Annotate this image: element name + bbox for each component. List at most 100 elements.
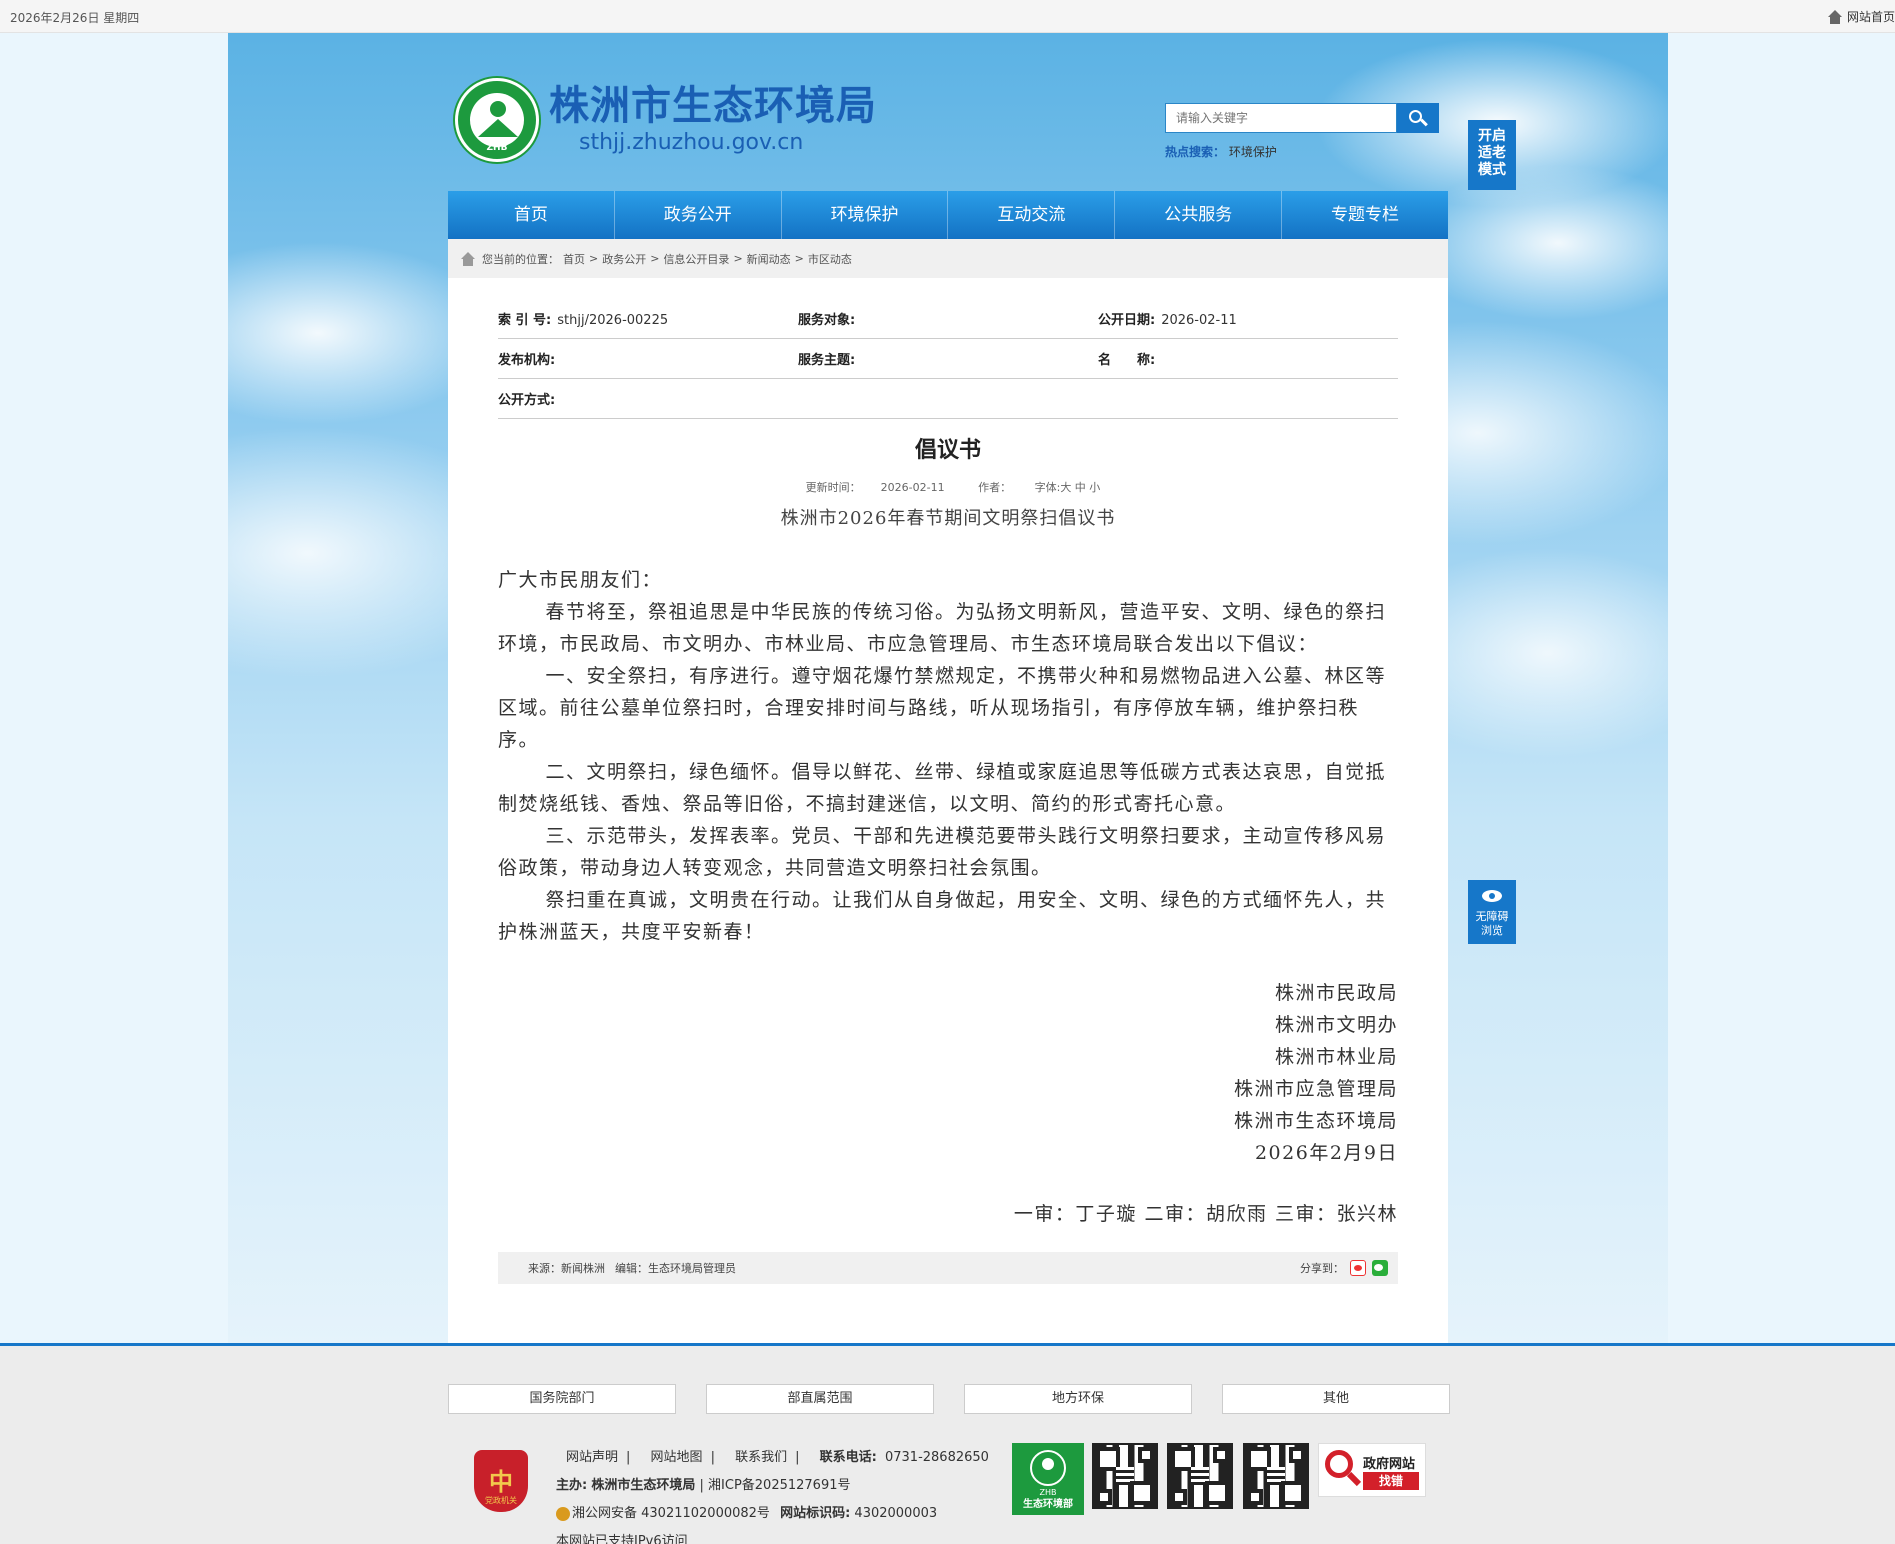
font-size-switch[interactable]: 字体:大 中 小: [1035, 481, 1101, 494]
footer-sitemap-link[interactable]: 网站地图: [651, 1450, 703, 1465]
breadcrumb-item[interactable]: 政务公开: [602, 251, 646, 267]
metadata-table: 索 引 号: sthjj/2026-00225 服务对象: 公开日期: 2026-0…: [498, 299, 1398, 419]
signature-line: 株洲市生态环境局: [1233, 1110, 1398, 1132]
nav-government-affairs[interactable]: 政务公开: [615, 191, 782, 239]
footer-statement-link[interactable]: 网站声明: [566, 1450, 618, 1465]
search-box: [1165, 103, 1439, 133]
phone-value: 0731-28682650: [884, 1450, 989, 1465]
site-home-label: 网站首页: [1846, 10, 1895, 24]
review-line: 一审：丁子璇 二审：胡欣雨 三审：张兴林: [1013, 1203, 1398, 1225]
article-body: 广大市民朋友们： 春节将至，祭祖追思是中华民族的传统习俗。为弘扬文明新风，营造平…: [498, 564, 1398, 948]
date-value: 2026-02-11: [1161, 313, 1237, 328]
footer-link-state-council[interactable]: 国务院部门: [448, 1384, 676, 1414]
article-paragraph: 春节将至，祭祖追思是中华民族的传统习俗。为弘扬文明新风，营造平安、文明、绿色的祭…: [498, 601, 1387, 655]
method-label: 公开方式:: [498, 393, 556, 408]
jiucuo-bottom: 找错: [1363, 1472, 1419, 1490]
nav-special-topics[interactable]: 专题专栏: [1282, 191, 1448, 239]
site-home-link[interactable]: 网站首页: [1827, 8, 1895, 25]
breadcrumb-item[interactable]: 信息公开目录: [663, 251, 729, 267]
main-nav: 首页 政务公开 环境保护 互动交流 公共服务 专题专栏: [448, 191, 1448, 239]
elder-mode-button[interactable]: 开启 适老 模式: [1468, 120, 1516, 190]
signature-block: 株洲市民政局 株洲市文明办 株洲市林业局 株洲市应急管理局 株洲市生态环境局 2…: [1234, 977, 1398, 1169]
host-label: 主办:: [556, 1478, 588, 1493]
footer-link-ministry[interactable]: 部直属范围: [706, 1384, 934, 1414]
metadata-row: 公开方式:: [498, 379, 1398, 419]
breadcrumb-sep: >: [794, 252, 804, 265]
author-label: 作者：: [978, 481, 1012, 494]
search-button[interactable]: [1397, 103, 1439, 133]
date-label: 公开日期:: [1098, 313, 1156, 328]
host-value: 株洲市生态环境局: [591, 1478, 696, 1493]
breadcrumb-item[interactable]: 市区动态: [808, 251, 852, 267]
weibo-icon[interactable]: [1350, 1260, 1366, 1276]
nav-environment[interactable]: 环境保护: [782, 191, 949, 239]
hot-search: 热点搜索： 环境保护: [1165, 143, 1277, 160]
footer-link-other[interactable]: 其他: [1222, 1384, 1450, 1414]
breadcrumb-sep: >: [589, 252, 599, 265]
site-id-value: 4302000003: [854, 1506, 938, 1521]
home-icon: [1827, 9, 1843, 24]
article-info: 更新时间： 2026-02-11 作者： 字体:大 中 小: [448, 479, 1448, 495]
top-bar: 2026年2月26日 星期四 网站首页: [0, 0, 1895, 33]
nav-interaction[interactable]: 互动交流: [948, 191, 1116, 239]
site-logo[interactable]: ZHB 株洲市生态环境局 sthjj.zhuzhou.gov.cn: [455, 78, 877, 162]
qr-code-icon: [1092, 1443, 1158, 1509]
target-label: 服务对象:: [798, 313, 856, 328]
accessibility-label: 无障碍 浏览: [1475, 910, 1509, 937]
main-content: 您当前的位置： 首页 > 政务公开 > 信息公开目录 > 新闻动态 > 市区动态…: [448, 239, 1448, 1343]
name-label: 名 称:: [1098, 353, 1156, 368]
metadata-row: 索 引 号: sthjj/2026-00225 服务对象: 公开日期: 2026-0…: [498, 299, 1398, 339]
breadcrumb-item[interactable]: 新闻动态: [747, 251, 791, 267]
update-value: 2026-02-11: [880, 481, 945, 494]
current-date: 2026年2月26日 星期四: [10, 11, 140, 25]
jiucuo-top: 政府网站: [1363, 1457, 1416, 1472]
emblem-label: ZHB: [486, 143, 508, 153]
mee-logo-top: ZHB: [1039, 1488, 1057, 1497]
article-paragraph: 祭扫重在真诚，文明贵在行动。让我们从自身做起，用安全、文明、绿色的方式缅怀先人，…: [498, 889, 1387, 943]
police-badge-icon: [556, 1506, 570, 1521]
topic-label: 服务主题:: [798, 353, 856, 368]
breadcrumb: 您当前的位置： 首页 > 政务公开 > 信息公开目录 > 新闻动态 > 市区动态: [448, 239, 1448, 278]
magnifier-icon: [1325, 1450, 1362, 1490]
footer-contact-link[interactable]: 联系我们: [735, 1450, 787, 1465]
footer-links: 国务院部门 部直属范围 地方环保 其他: [448, 1384, 1450, 1414]
mee-emblem-icon: [1030, 1450, 1066, 1486]
badge-text: 党政机关: [485, 1496, 517, 1505]
police-record[interactable]: 湘公网安备 43021102000082号: [572, 1506, 770, 1521]
icp-number[interactable]: 湘ICP备2025127691号: [708, 1478, 850, 1493]
breadcrumb-item[interactable]: 首页: [563, 251, 585, 267]
update-label: 更新时间：: [805, 481, 861, 494]
footer-link-local[interactable]: 地方环保: [964, 1384, 1192, 1414]
source-bar: 来源：新闻株洲 编辑：生态环境局管理员 分享到：: [498, 1252, 1398, 1284]
org-label: 发布机构:: [498, 353, 556, 368]
hot-search-label: 热点搜索：: [1165, 145, 1226, 159]
badge-glyph: 中: [489, 1468, 513, 1496]
gov-site-error-report[interactable]: 政府网站 找错: [1318, 1443, 1426, 1497]
footer: 国务院部门 部直属范围 地方环保 其他 中 党政机关 网站声明 | 网站地图 | 联…: [0, 1343, 1895, 1544]
article-paragraph: 二、文明祭扫，绿色缅怀。倡导以鲜花、丝带、绿植或家庭追思等低碳方式表达哀思，自觉…: [498, 761, 1387, 815]
article-paragraph: 一、安全祭扫，有序进行。遵守烟花爆竹禁燃规定，不携带火种和易燃物品进入公墓、林区…: [498, 665, 1387, 751]
editor-text: 编辑：生态环境局管理员: [615, 1262, 736, 1275]
site-title: 株洲市生态环境局: [549, 83, 877, 129]
breadcrumb-sep: >: [650, 252, 660, 265]
signature-line: 株洲市应急管理局: [1233, 1078, 1398, 1100]
search-input[interactable]: [1165, 103, 1397, 133]
article-paragraph: 三、示范带头，发挥表率。党员、干部和先进模范要带头践行文明祭扫要求，主动宣传移风…: [498, 825, 1387, 879]
hot-search-term[interactable]: 环境保护: [1229, 145, 1277, 159]
signature-date: 2026年2月9日: [1254, 1142, 1398, 1164]
qr-code-icon: [1243, 1443, 1309, 1509]
article-subtitle: 株洲市2026年春节期间文明祭扫倡议书: [780, 508, 1116, 529]
zhb-emblem-icon: ZHB: [455, 78, 539, 162]
qr-code-icon: [1167, 1443, 1233, 1509]
nav-public-service[interactable]: 公共服务: [1115, 191, 1283, 239]
signature-line: 株洲市林业局: [1274, 1046, 1398, 1068]
wechat-icon[interactable]: [1372, 1260, 1388, 1276]
breadcrumb-home-icon: [460, 251, 476, 266]
phone-label: 联系电话:: [819, 1450, 877, 1465]
share-area: 分享到：: [1300, 1260, 1388, 1276]
nav-home[interactable]: 首页: [448, 191, 615, 239]
ipv6-note: 本网站已支持IPv6访问: [556, 1534, 688, 1544]
party-gov-badge[interactable]: 中 党政机关: [474, 1450, 528, 1512]
accessibility-button[interactable]: 无障碍 浏览: [1468, 880, 1516, 944]
mee-logo[interactable]: ZHB 生态环境部: [1012, 1443, 1084, 1515]
